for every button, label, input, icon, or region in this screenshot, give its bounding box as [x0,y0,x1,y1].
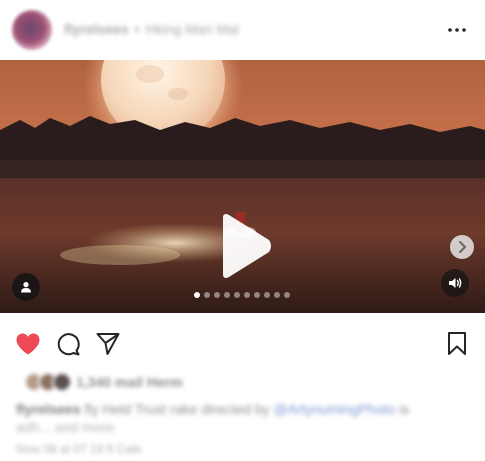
post-caption: flyrelsees fly Held Trust rake directed … [16,400,471,436]
carousel-dot [204,292,210,298]
carousel-dot [254,292,260,298]
carousel-dot [234,292,240,298]
likes-summary[interactable]: 1,340 mail Herm [16,372,183,392]
tagged-users-button[interactable] [12,273,40,301]
volume-icon [449,278,462,288]
author-subtitle[interactable]: Hking Man Mal [146,21,239,37]
comment-icon [57,333,80,356]
post-author[interactable]: flyrelsees • Hking Man Mal [64,21,239,37]
save-button[interactable] [443,330,471,358]
send-icon [96,333,120,355]
carousel-next-button[interactable] [450,235,474,259]
carousel-dot [274,292,280,298]
carousel-dot [244,292,250,298]
share-button[interactable] [94,330,122,358]
carousel-indicator [194,292,290,298]
caption-username[interactable]: flyrelsees [16,401,81,417]
chevron-right-icon [459,241,466,253]
bookmark-icon [448,332,466,355]
caption-mention[interactable]: @ArtynumingPhoto [274,401,396,417]
caption-tail: is [399,401,410,417]
avatar[interactable] [12,10,52,50]
post-media[interactable] [0,60,485,313]
sound-toggle-button[interactable] [441,269,469,297]
author-username[interactable]: flyrelsees [64,21,129,37]
like-button[interactable] [14,330,42,358]
comment-button[interactable] [54,330,82,358]
post-timestamp: Now 08 at 07 19 ft Cale [16,442,142,456]
caption-text: fly Held Trust rake directed by [84,401,270,417]
liker-avatars [16,372,72,392]
user-tag-icon [21,282,31,293]
play-icon[interactable] [217,212,273,280]
likes-count[interactable]: 1,340 mail Herm [76,374,183,390]
carousel-dot [284,292,290,298]
caption-more-link[interactable]: adh... and more [16,419,114,435]
post-header: flyrelsees • Hking Man Mal [0,0,485,60]
carousel-dot [214,292,220,298]
carousel-dot-active [194,292,200,298]
more-horizontal-icon [448,28,466,32]
carousel-dot [224,292,230,298]
carousel-dot [264,292,270,298]
more-options-button[interactable] [445,20,469,40]
heart-filled-icon [16,333,40,355]
separator-dot: • [134,21,140,37]
